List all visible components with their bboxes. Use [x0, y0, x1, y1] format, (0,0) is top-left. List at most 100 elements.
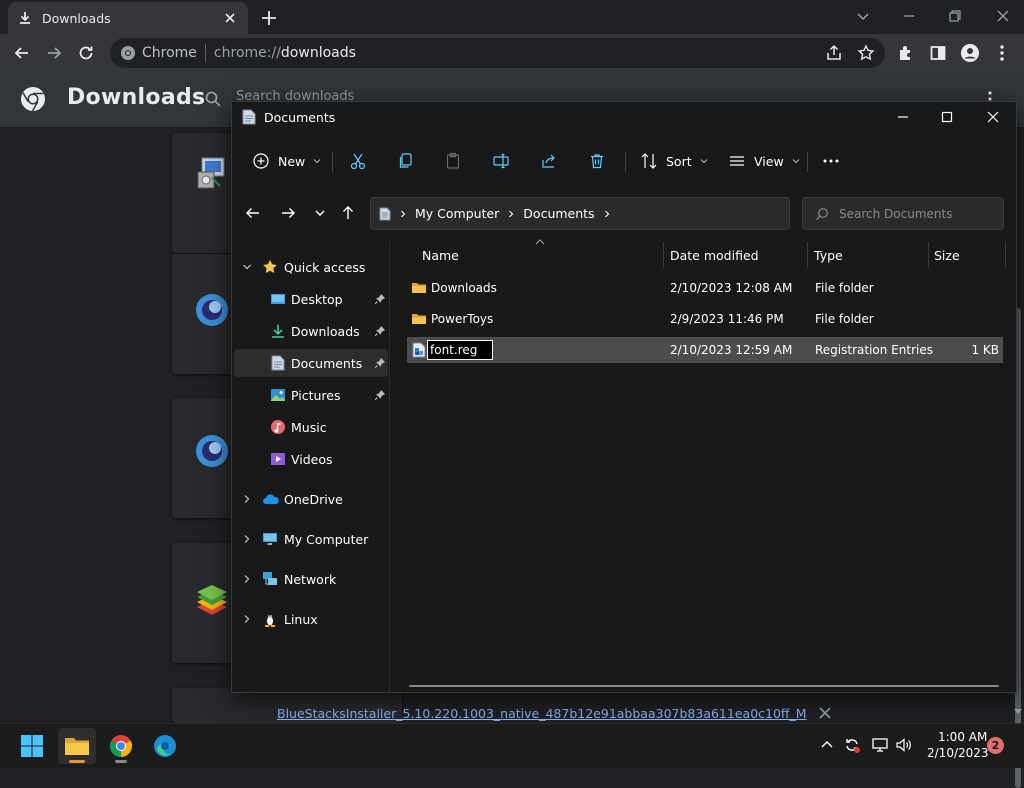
bookmark-star-icon[interactable] [854, 41, 878, 65]
extensions-icon[interactable] [894, 41, 918, 65]
taskbar: 1:00 AM 2/10/2023 2 [0, 723, 1024, 768]
sidebar-item-pictures[interactable]: Pictures [234, 381, 388, 409]
close-window-icon[interactable] [984, 108, 1002, 126]
maximize-icon[interactable] [938, 108, 956, 126]
sort-button[interactable]: Sort [640, 150, 708, 172]
profile-avatar-icon[interactable] [958, 41, 982, 65]
column-divider[interactable] [928, 242, 929, 268]
sidebar-item-documents[interactable]: Documents [234, 349, 388, 377]
close-tab-icon[interactable] [222, 10, 238, 26]
column-divider[interactable] [663, 242, 664, 268]
sidebar-item-network[interactable]: Network [234, 565, 388, 593]
chrome-menu-icon[interactable] [990, 41, 1014, 65]
forward-arrow-icon[interactable] [42, 41, 66, 65]
column-header-name[interactable]: Name [422, 242, 459, 268]
forward-arrow-icon[interactable] [279, 204, 297, 222]
remove-download-icon[interactable] [818, 706, 832, 720]
back-arrow-icon[interactable] [244, 204, 262, 222]
linux-penguin-icon [262, 611, 278, 627]
site-chip[interactable]: Chrome [120, 44, 206, 62]
pictures-icon [270, 387, 286, 403]
file-row[interactable]: PowerToys 2/9/2023 11:46 PM File folder [407, 306, 1003, 332]
address-bar[interactable]: My Computer Documents [370, 197, 917, 230]
folder-icon [64, 735, 90, 757]
chevron-right-icon[interactable] [242, 494, 252, 504]
rename-button[interactable] [492, 150, 510, 172]
sidebar-item-downloads[interactable]: Downloads [234, 317, 388, 345]
scroll-down-arrow-icon[interactable] [1013, 706, 1023, 716]
sync-alert-icon[interactable] [843, 736, 861, 754]
column-header-date[interactable]: Date modified [670, 242, 759, 268]
column-divider[interactable] [1005, 242, 1006, 268]
notification-badge[interactable]: 2 [987, 737, 1004, 754]
network-icon [262, 571, 278, 587]
chrome-logo-icon [109, 734, 133, 758]
chevron-right-icon[interactable] [242, 574, 252, 584]
chevron-down-icon[interactable] [242, 262, 252, 272]
view-button[interactable]: View [728, 150, 800, 172]
new-tab-icon[interactable] [258, 7, 280, 29]
file-row[interactable]: Downloads 2/10/2023 12:08 AM File folder [407, 275, 1003, 301]
reload-icon[interactable] [74, 41, 98, 65]
cut-button[interactable] [349, 150, 367, 172]
command-bar: New Sort View [232, 138, 1016, 184]
breadcrumb-segment[interactable]: Documents [523, 206, 594, 221]
paste-button[interactable] [444, 150, 462, 172]
omnibox[interactable]: Chrome chrome://downloads [110, 38, 885, 68]
back-arrow-icon[interactable] [10, 41, 34, 65]
share-button[interactable] [540, 150, 558, 172]
sidebar-item-my-computer[interactable]: My Computer [234, 525, 388, 553]
start-button[interactable] [13, 728, 51, 764]
horizontal-scrollbar[interactable] [409, 685, 999, 687]
view-list-icon [728, 152, 746, 170]
share-icon[interactable] [822, 41, 846, 65]
taskbar-chrome[interactable] [102, 728, 140, 764]
chevron-right-icon[interactable] [242, 614, 252, 624]
scissors-icon [349, 152, 367, 170]
minimize-icon[interactable] [894, 108, 912, 126]
sidebar-item-desktop[interactable]: Desktop [234, 285, 388, 313]
restore-icon[interactable] [942, 4, 968, 28]
sidebar-item-quick-access[interactable]: Quick access [234, 253, 388, 281]
search-icon[interactable] [204, 90, 222, 108]
side-panel-icon[interactable] [926, 41, 950, 65]
delete-button[interactable] [588, 150, 606, 172]
download-file-link[interactable]: BlueStacksInstaller_5.10.220.1003_native… [277, 706, 807, 721]
videos-icon [270, 451, 286, 467]
sidebar-item-music[interactable]: Music [234, 413, 388, 441]
chevron-up-icon[interactable] [818, 736, 836, 754]
taskbar-edge[interactable] [146, 728, 184, 764]
file-explorer-window: Documents New Sort View My Computer Docu… [231, 101, 1017, 693]
breadcrumb-segment[interactable]: My Computer [415, 206, 499, 221]
see-more-button[interactable] [822, 150, 840, 172]
pin-icon [374, 325, 386, 337]
recent-locations-chevron-icon[interactable] [311, 204, 329, 222]
column-header-type[interactable]: Type [814, 242, 843, 268]
sidebar-item-onedrive[interactable]: OneDrive [234, 485, 388, 513]
rename-input[interactable] [427, 340, 493, 360]
volume-icon[interactable] [895, 736, 913, 754]
explorer-titlebar[interactable]: Documents [232, 102, 1016, 132]
tab-downloads[interactable]: Downloads [8, 2, 248, 34]
close-window-icon[interactable] [990, 4, 1016, 28]
copy-button[interactable] [397, 150, 415, 172]
column-divider[interactable] [807, 242, 808, 268]
network-monitor-icon[interactable] [871, 736, 889, 754]
navigation-bar: My Computer Documents Search Documents [232, 194, 1016, 234]
clock-time[interactable]: 1:00 AM [938, 730, 987, 744]
new-button[interactable]: New [252, 150, 321, 172]
file-row-selected[interactable]: 2/10/2023 12:59 AM Registration Entries … [407, 337, 1003, 363]
minimize-icon[interactable] [896, 4, 922, 28]
sort-arrows-icon [640, 152, 658, 170]
sidebar-item-videos[interactable]: Videos [234, 445, 388, 473]
clock-date[interactable]: 2/10/2023 [927, 746, 989, 760]
taskbar-file-explorer[interactable] [58, 728, 96, 764]
chrome-tab-bar: Downloads [0, 0, 1024, 34]
column-header-size[interactable]: Size [934, 242, 960, 268]
up-arrow-icon[interactable] [339, 204, 357, 222]
sidebar-item-linux[interactable]: Linux [234, 605, 388, 633]
tab-search-chevron-icon[interactable] [850, 4, 876, 28]
chevron-right-icon[interactable] [242, 534, 252, 544]
search-documents-input[interactable]: Search Documents [802, 197, 1004, 230]
chrome-logo-icon [120, 45, 136, 61]
